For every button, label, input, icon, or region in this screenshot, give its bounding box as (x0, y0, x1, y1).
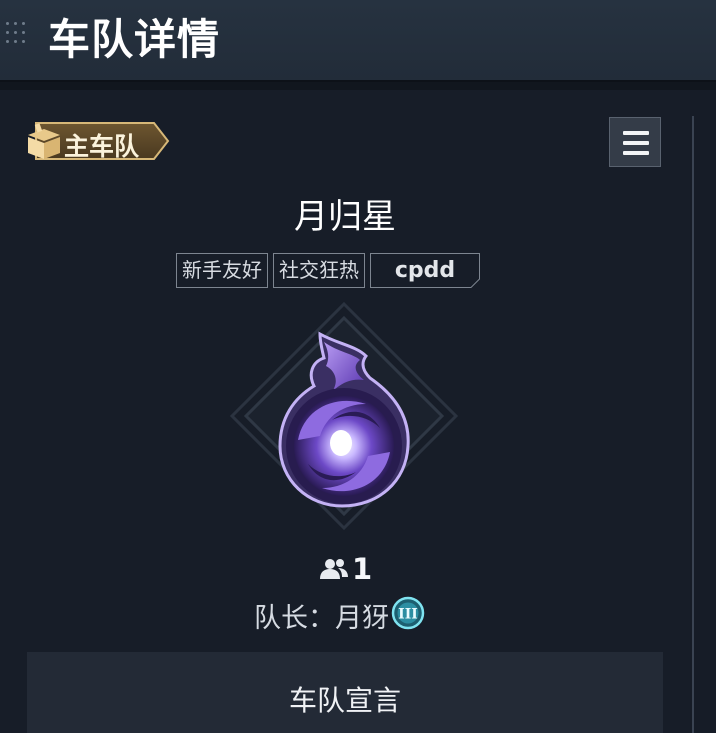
tag-item: 新手友好 (176, 253, 268, 288)
team-tags: 新手友好 社交狂热 cpdd (176, 253, 480, 290)
declaration-title: 车队宣言 (288, 684, 401, 717)
tag-item: 社交狂热 (273, 253, 365, 288)
tag-item: cpdd (394, 258, 456, 283)
members-icon (320, 559, 348, 579)
main-team-label: 主车队 (64, 132, 140, 161)
drag-handle-icon (6, 22, 32, 52)
captain-info: 队长：月犽 III (254, 596, 425, 636)
menu-icon (623, 131, 649, 135)
menu-button[interactable] (609, 117, 661, 167)
page-title: 车队详情 (48, 15, 221, 64)
team-name: 月归星 (294, 197, 396, 237)
captain-name[interactable]: 月犽 (335, 603, 389, 634)
main-team-badge: 主车队 (26, 121, 170, 161)
team-details-screen: 车队详情 主车队 月归星 新手友好 社交狂热 cpdd 1 队长：月犽 III … (0, 0, 716, 733)
header-divider (0, 82, 716, 90)
member-count-value: 1 (352, 552, 373, 586)
rank-badge-icon: III (391, 596, 425, 637)
scrollbar[interactable] (692, 116, 694, 733)
captain-label: 队长： (254, 603, 335, 634)
header-bar: 车队详情 (0, 0, 716, 82)
tag-item-container: cpdd (370, 253, 480, 288)
declaration-section: 车队宣言 (27, 652, 663, 733)
team-emblem-icon (229, 301, 459, 531)
rank-badge-text: III (398, 607, 418, 623)
